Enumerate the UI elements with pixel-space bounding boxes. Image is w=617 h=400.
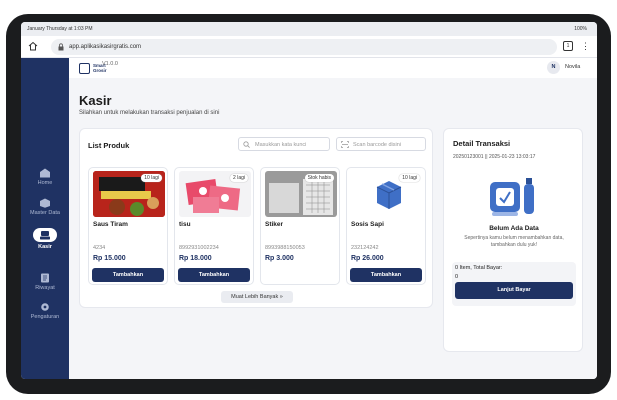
history-icon: [41, 273, 49, 283]
product-image: 10 lagi: [351, 171, 423, 217]
product-image: 2 lagi: [179, 171, 251, 217]
sidebar-item-label: Kasir: [38, 244, 52, 250]
status-bar: January Thursday at 1:03 PM 100%: [21, 22, 597, 36]
avatar[interactable]: N: [547, 61, 560, 74]
add-product-button[interactable]: Tambahkan: [178, 268, 250, 282]
transaction-detail-panel: Detail Transaksi 20250123001 || 2025-01-…: [443, 128, 583, 352]
cashier-icon: [33, 228, 57, 242]
add-product-button[interactable]: Tambahkan: [350, 268, 422, 282]
search-icon: [243, 141, 250, 148]
stock-badge: 2 lagi: [230, 174, 248, 182]
status-battery: 100%: [574, 26, 587, 32]
search-input[interactable]: Masukkan kata kunci: [238, 137, 330, 151]
page-subtitle: Silahkan untuk melakukan transaksi penju…: [79, 110, 220, 116]
sidebar-item-label: Riwayat: [35, 285, 55, 291]
main-content: Smart Grosir V1.0.0 N Novila Kasir Silah…: [69, 58, 597, 379]
stock-badge: 10 lagi: [141, 174, 162, 182]
summary-items: 0 Item, Total Bayar:: [455, 265, 503, 271]
product-code: 4234: [93, 245, 106, 251]
product-card[interactable]: Stok habis Stiker 8993988150053 Rp 3.000: [260, 167, 340, 285]
empty-state-description: Sepertinya kamu belum menambahkan data, …: [464, 235, 564, 248]
top-bar: Smart Grosir V1.0.0 N Novila: [69, 58, 597, 78]
sidebar-item-label: Pengaturan: [30, 314, 60, 320]
empty-cart-icon: [490, 178, 534, 216]
sidebar-item-kasir[interactable]: Kasir: [21, 228, 69, 256]
barcode-scan-input[interactable]: Scan barcode disini: [336, 137, 426, 151]
product-name: tisu: [179, 221, 191, 228]
transaction-summary: 0 Item, Total Bayar: 0 Lanjut Bayar: [452, 262, 576, 306]
product-price: Rp 18.000: [179, 255, 212, 262]
url-field[interactable]: app.aplikasikasirgratis.com: [51, 39, 557, 55]
product-card[interactable]: 10 lagi Sosis Sapi 232124242 Rp 26.000 T…: [346, 167, 426, 285]
load-more-button[interactable]: Muat Lebih Banyak »: [221, 291, 293, 303]
continue-payment-button[interactable]: Lanjut Bayar: [455, 282, 573, 299]
product-price: Rp 3.000: [265, 255, 294, 262]
product-code: 232124242: [351, 245, 379, 251]
sidebar-item-riwayat[interactable]: Riwayat: [21, 273, 69, 301]
stock-badge: 10 lagi: [399, 174, 420, 182]
more-menu-icon[interactable]: ⋮: [581, 40, 590, 52]
box-icon: [40, 198, 50, 208]
product-image: Stok habis: [265, 171, 337, 217]
product-code: 8992931002234: [179, 245, 219, 251]
product-code: 8993988150053: [265, 245, 305, 251]
logo-icon: [79, 63, 90, 74]
sidebar-item-pengaturan[interactable]: Pengaturan: [21, 302, 69, 330]
screen: January Thursday at 1:03 PM 100% app.apl…: [21, 22, 597, 379]
tabs-count-icon[interactable]: 1: [563, 41, 573, 51]
user-name[interactable]: Novila: [565, 64, 580, 70]
sidebar-item-home[interactable]: Home: [21, 168, 69, 196]
sidebar-item-label: Home: [37, 180, 53, 186]
browser-bar: app.aplikasikasirgratis.com 1 ⋮: [21, 36, 597, 58]
product-card[interactable]: 2 lagi tisu 8992931002234 Rp 18.000 Tamb…: [174, 167, 254, 285]
product-name: Saus Tiram: [93, 221, 128, 228]
transaction-id: 20250123001 || 2025-01-23 13:03:17: [453, 154, 536, 160]
page-title: Kasir: [79, 93, 112, 108]
products-title: List Produk: [88, 141, 130, 150]
search-placeholder: Masukkan kata kunci: [255, 142, 307, 148]
summary-total: 0: [455, 274, 459, 280]
product-card[interactable]: 10 lagi Saus Tiram 4234 Rp 15.000 Tambah…: [88, 167, 168, 285]
products-panel: List Produk Masukkan kata kunci Scan bar…: [79, 128, 433, 308]
product-price: Rp 26.000: [351, 255, 384, 262]
sidebar-item-label: Master Data: [30, 210, 60, 216]
scan-placeholder: Scan barcode disini: [353, 142, 402, 148]
home-nav-icon: [40, 168, 50, 178]
product-price: Rp 15.000: [93, 255, 126, 262]
app-version: V1.0.0: [102, 61, 118, 67]
status-time: January Thursday at 1:03 PM: [27, 26, 93, 32]
barcode-icon: [341, 141, 349, 148]
product-image: 10 lagi: [93, 171, 165, 217]
chevron-down-icon: »: [279, 294, 283, 300]
empty-state-title: Belum Ada Data: [489, 225, 539, 232]
detail-title: Detail Transaksi: [453, 139, 511, 148]
home-icon[interactable]: [28, 41, 38, 51]
url-text: app.aplikasikasirgratis.com: [69, 44, 142, 50]
product-name: Sosis Sapi: [351, 221, 384, 228]
stock-badge: Stok habis: [304, 174, 334, 182]
load-more-label: Muat Lebih Banyak: [231, 294, 279, 300]
product-name: Stiker: [265, 221, 284, 228]
sidebar-item-master-data[interactable]: Master Data: [21, 198, 69, 226]
add-product-button[interactable]: Tambahkan: [92, 268, 164, 282]
gear-icon: [41, 303, 49, 311]
lock-icon: [58, 43, 64, 51]
sidebar: Home Master Data Kasir Riwayat Pengatura…: [21, 58, 69, 379]
